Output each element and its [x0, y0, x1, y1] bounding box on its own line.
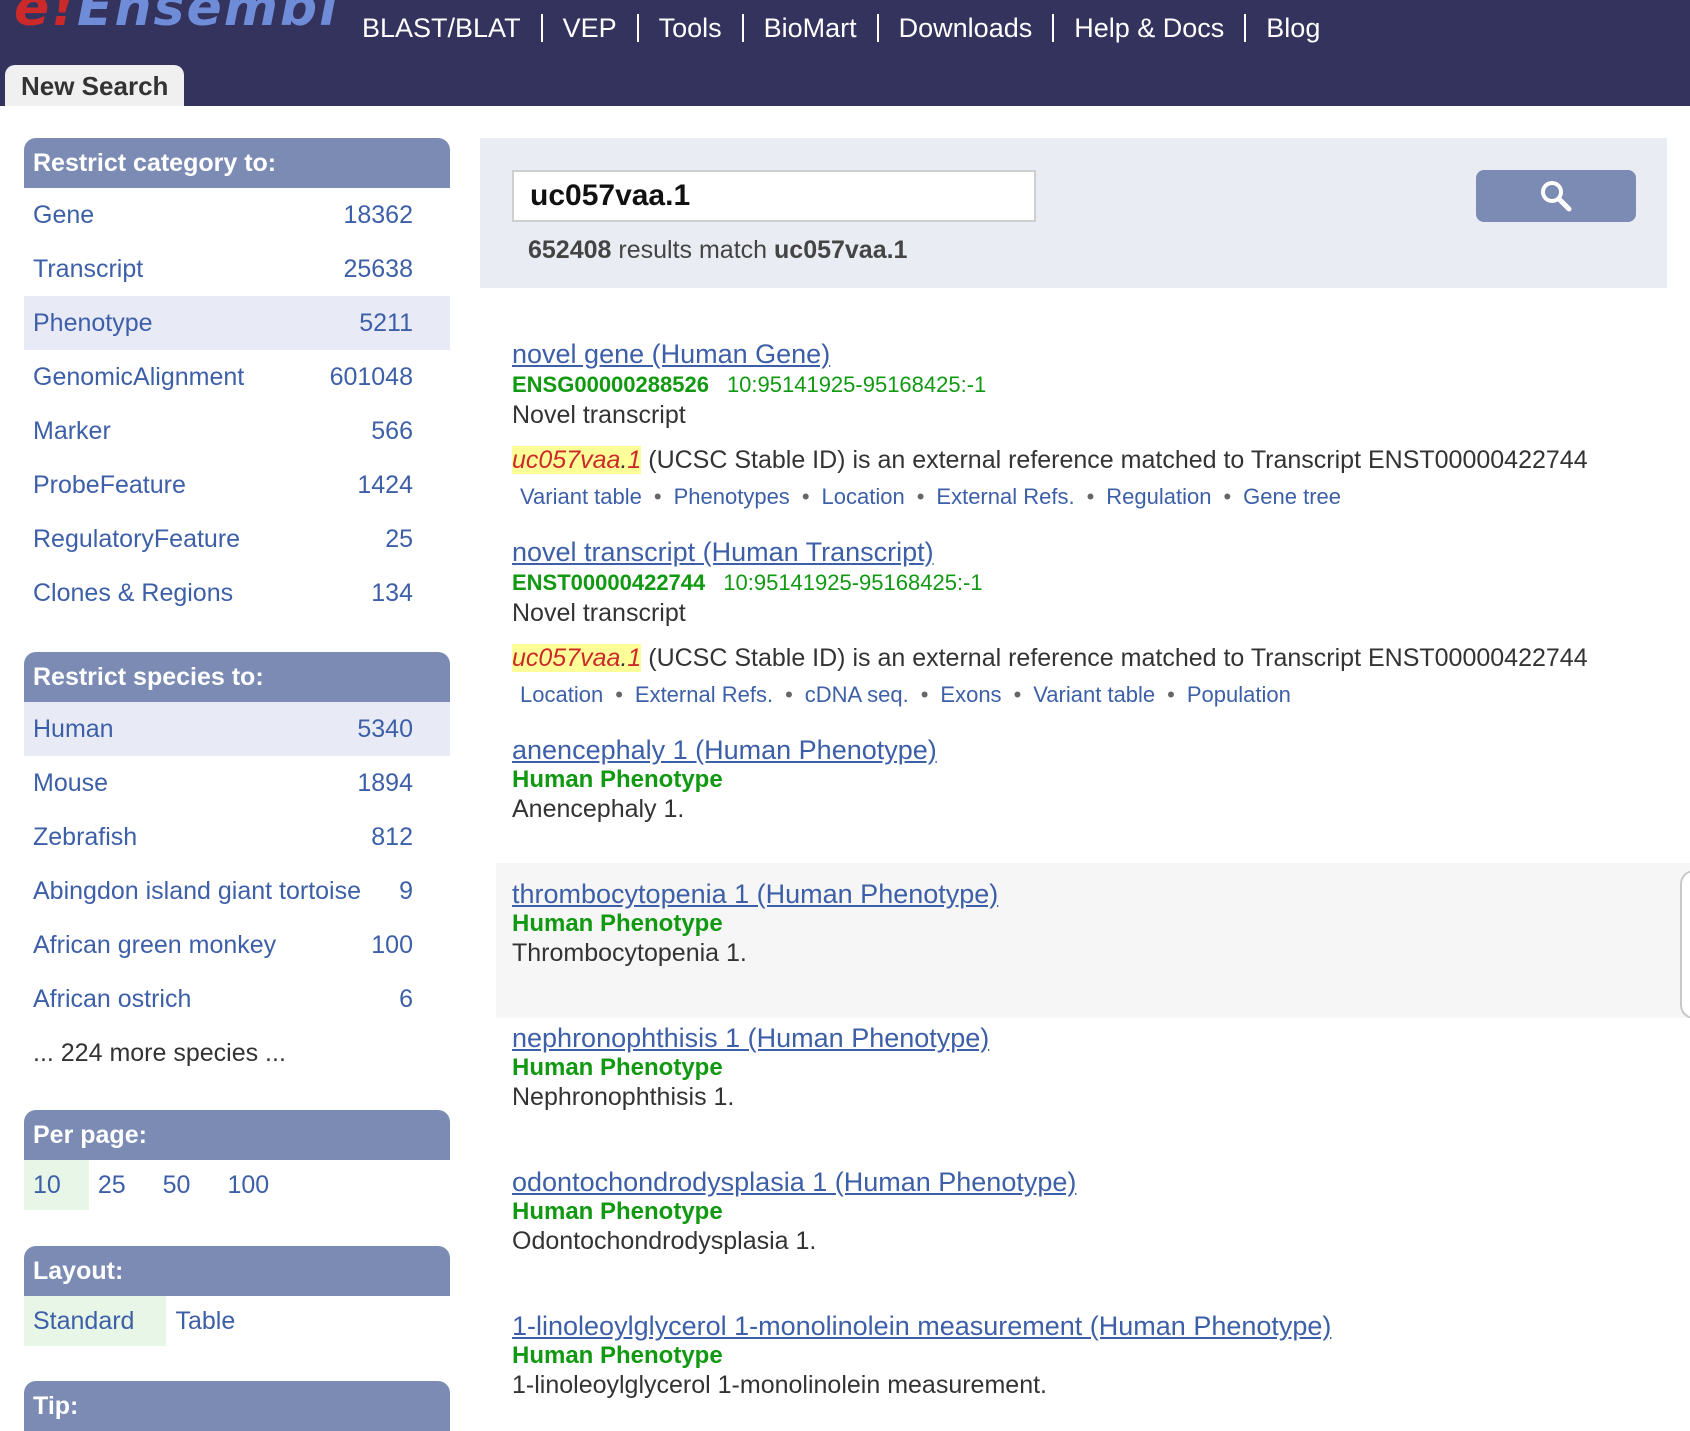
result-description: Nephronophthisis 1. — [512, 1083, 735, 1111]
link-variant-table[interactable]: Variant table — [1033, 682, 1155, 707]
tip-panel: Tip: — [24, 1381, 450, 1431]
category-genomicalignment[interactable]: GenomicAlignment 601048 — [24, 350, 450, 404]
result-item: anencephaly 1 (Human Phenotype) Human Ph… — [512, 734, 1672, 824]
result-subtitle: Human Phenotype — [512, 766, 723, 793]
link-phenotypes[interactable]: Phenotypes — [674, 484, 790, 509]
results-summary: 652408 results match uc057vaa.1 — [528, 236, 908, 264]
query-highlight: uc057vaa.1 — [512, 446, 642, 474]
per-page-title: Per page: — [24, 1110, 450, 1160]
result-links: Location • External Refs. • cDNA seq. • Exons •… — [520, 682, 1291, 707]
category-clones-regions[interactable]: Clones & Regions 134 — [24, 566, 450, 620]
nav-biomart[interactable]: BioMart — [741, 14, 877, 42]
search-input[interactable] — [512, 170, 1036, 222]
link-variant-table[interactable]: Variant table — [520, 484, 642, 509]
search-button[interactable] — [1476, 170, 1636, 222]
nav-downloads[interactable]: Downloads — [876, 14, 1053, 42]
category-transcript[interactable]: Transcript 25638 — [24, 242, 450, 296]
result-item: nephronophthisis 1 (Human Phenotype) Hum… — [512, 1022, 1672, 1112]
result-location[interactable]: 10:95141925-95168425:-1 — [723, 570, 982, 595]
result-description: Novel transcript — [512, 401, 686, 429]
result-subtitle: Human Phenotype — [512, 1054, 723, 1081]
per-page-50[interactable]: 50 — [154, 1160, 219, 1210]
result-item: odontochondrodysplasia 1 (Human Phenotyp… — [512, 1166, 1672, 1256]
tip-title: Tip: — [24, 1381, 450, 1431]
result-item: novel transcript (Human Transcript) ENST… — [512, 536, 1672, 710]
link-location[interactable]: Location — [520, 682, 603, 707]
result-title[interactable]: novel transcript (Human Transcript) — [512, 536, 934, 568]
link-gene-tree[interactable]: Gene tree — [1243, 484, 1341, 509]
per-page-100[interactable]: 100 — [218, 1160, 278, 1210]
per-page-25[interactable]: 25 — [89, 1160, 154, 1210]
result-item: thrombocytopenia 1 (Human Phenotype) Hum… — [512, 878, 1672, 968]
result-title[interactable]: nephronophthisis 1 (Human Phenotype) — [512, 1022, 989, 1054]
scroll-handle[interactable] — [1680, 870, 1690, 1019]
result-description: Anencephaly 1. — [512, 795, 685, 823]
result-description: Odontochondrodysplasia 1. — [512, 1227, 817, 1255]
link-population[interactable]: Population — [1187, 682, 1291, 707]
species-african-ostrich[interactable]: African ostrich 6 — [24, 972, 450, 1026]
result-subtitle: Human Phenotype — [512, 910, 723, 937]
search-icon — [1541, 181, 1572, 212]
link-exons[interactable]: Exons — [940, 682, 1001, 707]
result-stable-id[interactable]: ENSG00000288526 — [512, 372, 709, 397]
result-description: Novel transcript — [512, 599, 686, 627]
result-title[interactable]: 1-linoleoylglycerol 1-monolinolein measu… — [512, 1310, 1331, 1342]
per-page-10[interactable]: 10 — [24, 1160, 89, 1210]
nav-tools[interactable]: Tools — [636, 14, 742, 42]
result-description: 1-linoleoylglycerol 1-monolinolein measu… — [512, 1371, 1047, 1399]
layout-title: Layout: — [24, 1246, 450, 1296]
link-regulation[interactable]: Regulation — [1106, 484, 1211, 509]
species-zebrafish[interactable]: Zebrafish 812 — [24, 810, 450, 864]
search-area: 652408 results match uc057vaa.1 — [480, 138, 1667, 288]
result-subtitle: Human Phenotype — [512, 1198, 723, 1225]
category-regulatoryfeature[interactable]: RegulatoryFeature 25 — [24, 512, 450, 566]
result-title[interactable]: odontochondrodysplasia 1 (Human Phenotyp… — [512, 1166, 1076, 1198]
link-external-refs[interactable]: External Refs. — [936, 484, 1074, 509]
result-stable-id[interactable]: ENST00000422744 — [512, 570, 705, 595]
result-item: 1-linoleoylglycerol 1-monolinolein measu… — [512, 1310, 1672, 1400]
category-panel-title: Restrict category to: — [24, 138, 450, 188]
category-filter-panel: Restrict category to: Gene 18362 Transcri… — [24, 138, 450, 620]
result-title[interactable]: novel gene (Human Gene) — [512, 338, 830, 370]
category-probefeature[interactable]: ProbeFeature 1424 — [24, 458, 450, 512]
nav-blog[interactable]: Blog — [1244, 14, 1340, 42]
result-id-line: ENST00000422744 10:95141925-95168425:-1 — [512, 568, 1672, 598]
result-item: novel gene (Human Gene) ENSG00000288526 1… — [512, 338, 1672, 512]
nav-vep[interactable]: VEP — [540, 14, 637, 42]
result-location[interactable]: 10:95141925-95168425:-1 — [727, 372, 986, 397]
top-nav: BLAST/BLAT VEP Tools BioMart Downloads H… — [342, 8, 1340, 48]
tab-new-search[interactable]: New Search — [5, 65, 185, 106]
ensembl-logo[interactable]: e!Ensembl — [14, 0, 339, 38]
result-subtitle: Human Phenotype — [512, 1342, 723, 1369]
species-african-green-monkey[interactable]: African green monkey 100 — [24, 918, 450, 972]
category-phenotype[interactable]: Phenotype 5211 — [24, 296, 450, 350]
species-panel-title: Restrict species to: — [24, 652, 450, 702]
category-gene[interactable]: Gene 18362 — [24, 188, 450, 242]
result-id-line: ENSG00000288526 10:95141925-95168425:-1 — [512, 370, 1672, 400]
result-title[interactable]: thrombocytopenia 1 (Human Phenotype) — [512, 878, 998, 910]
result-xref: uc057vaa.1 (UCSC Stable ID) is an extern… — [512, 446, 1588, 474]
result-xref: uc057vaa.1 (UCSC Stable ID) is an extern… — [512, 644, 1588, 672]
site-header: e!Ensembl BLAST/BLAT VEP Tools BioMart D… — [0, 0, 1690, 106]
link-external-refs[interactable]: External Refs. — [635, 682, 773, 707]
nav-blast[interactable]: BLAST/BLAT — [342, 14, 541, 42]
link-location[interactable]: Location — [822, 484, 905, 509]
category-marker[interactable]: Marker 566 — [24, 404, 450, 458]
result-description: Thrombocytopenia 1. — [512, 939, 747, 967]
species-human[interactable]: Human 5340 — [24, 702, 450, 756]
more-species-link[interactable]: ... 224 more species ... — [24, 1026, 450, 1080]
species-mouse[interactable]: Mouse 1894 — [24, 756, 450, 810]
layout-standard[interactable]: Standard — [24, 1296, 167, 1346]
per-page-panel: Per page: 10 25 50 100 — [24, 1110, 450, 1210]
layout-table[interactable]: Table — [166, 1296, 244, 1346]
species-filter-panel: Restrict species to: Human 5340 Mouse 1894… — [24, 652, 450, 1080]
result-title[interactable]: anencephaly 1 (Human Phenotype) — [512, 734, 937, 766]
link-cdna-seq[interactable]: cDNA seq. — [805, 682, 909, 707]
nav-help-docs[interactable]: Help & Docs — [1052, 14, 1244, 42]
query-highlight: uc057vaa.1 — [512, 644, 642, 672]
result-links: Variant table • Phenotypes • Location • Extern… — [520, 484, 1342, 509]
layout-panel: Layout: Standard Table — [24, 1246, 450, 1346]
species-abingdon-tortoise[interactable]: Abingdon island giant tortoise 9 — [24, 864, 450, 918]
